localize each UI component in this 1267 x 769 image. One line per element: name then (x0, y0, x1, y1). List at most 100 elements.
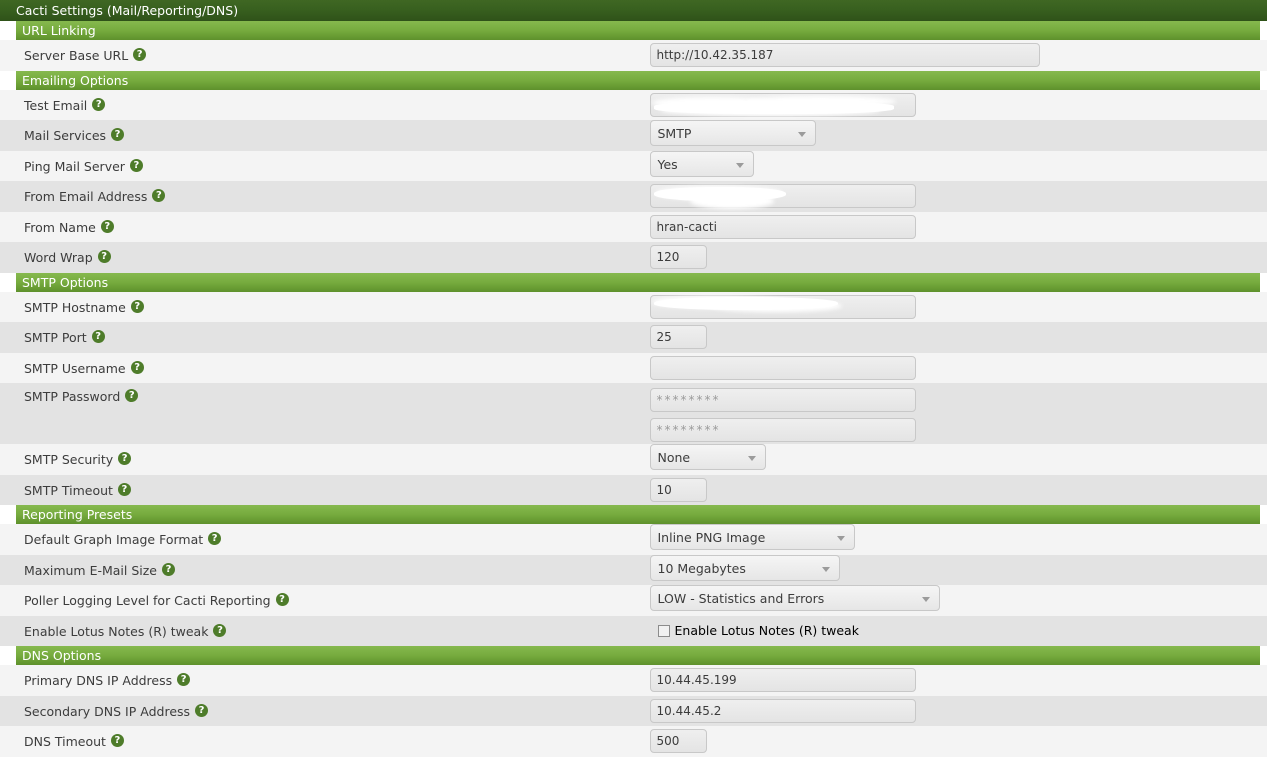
section-header-cell: SMTP Options (0, 272, 1267, 292)
help-icon[interactable]: ? (152, 189, 166, 203)
help-icon[interactable]: ? (162, 562, 175, 576)
help-icon[interactable]: ? (177, 673, 191, 687)
section-heading-url-linking: URL Linking (16, 21, 1260, 40)
settings-row: SMTP Port? (0, 322, 1267, 353)
settings-row: SMTP Username? (0, 352, 1267, 383)
help-icon[interactable]: ? (92, 97, 106, 111)
settings-row: Maximum E-Mail Size? 10 Megabytes (0, 554, 1267, 585)
section-header-cell: URL Linking (0, 21, 1267, 40)
poller-logging-level-select[interactable]: LOW - Statistics and Errors (649, 585, 940, 612)
settings-table: URL LinkingServer Base URL?Emailing Opti… (0, 21, 1267, 757)
smtp-username-label: SMTP Username (24, 360, 126, 376)
from-name-label-cell: From Name? (0, 211, 634, 242)
default-graph-image-format-select[interactable]: Inline PNG Image (649, 524, 855, 551)
help-icon[interactable]: ? (125, 389, 139, 402)
section-header-row: Emailing Options (0, 70, 1267, 90)
mail-services-select-value: SMTP (657, 126, 692, 142)
chevron-down-icon (821, 566, 830, 572)
smtp-password-confirm-input[interactable] (649, 418, 916, 442)
default-graph-image-format-field-cell: Inline PNG Image (633, 524, 1267, 555)
help-icon[interactable]: ? (133, 48, 147, 62)
server-base-url-label-cell: Server Base URL? (0, 40, 634, 71)
from-email-address-input[interactable] (649, 184, 916, 209)
from-email-address-field-cell (633, 181, 1267, 212)
settings-row: Mail Services? SMTP (0, 120, 1267, 151)
secondary-dns-ip-address-input[interactable] (649, 698, 916, 723)
test-email-field-cell (633, 89, 1267, 120)
help-icon[interactable]: ? (118, 452, 132, 466)
settings-row: SMTP Timeout? (0, 474, 1267, 505)
section-header-row: DNS Options (0, 646, 1267, 665)
word-wrap-input[interactable] (649, 245, 707, 270)
mail-services-label: Mail Services (24, 128, 107, 144)
enable-lotus-notes-tweak-checkbox-wrap[interactable]: Enable Lotus Notes (R) tweak (650, 623, 1267, 638)
default-graph-image-format-select-value: Inline PNG Image (657, 530, 766, 546)
mail-services-field-cell: SMTP (633, 120, 1267, 151)
chevron-down-icon (836, 536, 845, 542)
settings-row: From Name? (0, 211, 1267, 242)
chevron-down-icon (921, 597, 930, 603)
settings-row: Secondary DNS IP Address? (0, 695, 1267, 726)
help-icon[interactable]: ? (275, 593, 289, 607)
settings-row: SMTP Security? None (0, 444, 1267, 475)
primary-dns-ip-address-input[interactable] (649, 668, 916, 693)
settings-row: Word Wrap? (0, 242, 1267, 273)
smtp-password-input[interactable] (649, 388, 916, 412)
poller-logging-level-field-cell: LOW - Statistics and Errors (633, 585, 1267, 616)
smtp-username-label-cell: SMTP Username? (0, 352, 634, 383)
settings-page: Cacti Settings (Mail/Reporting/DNS) URL … (0, 0, 1267, 757)
maximum-email-size-select[interactable]: 10 Megabytes (649, 554, 840, 581)
primary-dns-ip-address-label: Primary DNS IP Address (24, 673, 173, 689)
help-icon[interactable]: ? (100, 219, 114, 233)
primary-dns-ip-address-field-cell (633, 665, 1267, 696)
settings-row: Default Graph Image Format? Inline PNG Im… (0, 524, 1267, 555)
help-icon[interactable]: ? (208, 532, 222, 546)
primary-dns-ip-address-label-cell: Primary DNS IP Address? (0, 665, 634, 696)
help-icon[interactable]: ? (195, 703, 209, 717)
help-icon[interactable]: ? (213, 623, 227, 637)
dns-timeout-field-cell (633, 726, 1267, 757)
settings-row: DNS Timeout? (0, 726, 1267, 757)
test-email-wrapper (649, 92, 916, 117)
smtp-username-input[interactable] (649, 355, 916, 380)
help-icon[interactable]: ? (91, 330, 105, 344)
help-icon[interactable]: ? (130, 360, 144, 374)
help-icon[interactable]: ? (110, 734, 124, 748)
maximum-email-size-label: Maximum E-Mail Size (24, 562, 157, 578)
server-base-url-label: Server Base URL (24, 48, 129, 64)
help-icon[interactable]: ? (129, 158, 143, 172)
enable-lotus-notes-tweak-label: Enable Lotus Notes (R) tweak (24, 623, 209, 639)
smtp-security-select[interactable]: None (649, 444, 766, 471)
smtp-hostname-input[interactable] (649, 294, 916, 319)
section-heading-emailing-options: Emailing Options (16, 70, 1260, 90)
enable-lotus-notes-tweak-checkbox[interactable] (657, 624, 670, 637)
help-icon[interactable]: ? (97, 250, 111, 264)
poller-logging-level-select-value: LOW - Statistics and Errors (657, 591, 825, 607)
enable-lotus-notes-tweak-field-cell: Enable Lotus Notes (R) tweak (633, 615, 1267, 646)
ping-mail-server-select[interactable]: Yes (649, 150, 754, 177)
secondary-dns-ip-address-field-cell (633, 695, 1267, 726)
word-wrap-label-cell: Word Wrap? (0, 242, 634, 273)
smtp-security-label-cell: SMTP Security? (0, 444, 634, 475)
dns-timeout-input[interactable] (649, 729, 707, 754)
smtp-security-label: SMTP Security (24, 452, 114, 468)
settings-row: Enable Lotus Notes (R) tweak? Enable Lotu… (0, 615, 1267, 646)
smtp-hostname-field-cell (633, 291, 1267, 322)
smtp-timeout-input[interactable] (649, 477, 707, 502)
help-icon[interactable]: ? (111, 128, 125, 142)
settings-row: Server Base URL? (0, 40, 1267, 71)
server-base-url-input[interactable] (649, 43, 1040, 68)
help-icon[interactable]: ? (130, 299, 144, 313)
from-name-field-cell (633, 211, 1267, 242)
from-name-input[interactable] (649, 214, 916, 239)
section-heading-smtp-options: SMTP Options (16, 272, 1260, 292)
enable-lotus-notes-tweak-label-cell: Enable Lotus Notes (R) tweak? (0, 615, 634, 646)
section-header-row: SMTP Options (0, 272, 1267, 292)
mail-services-select[interactable]: SMTP (649, 120, 816, 147)
smtp-port-input[interactable] (649, 325, 707, 350)
settings-row: Test Email? (0, 89, 1267, 120)
section-header-cell: DNS Options (0, 646, 1267, 665)
test-email-input[interactable] (649, 92, 916, 117)
help-icon[interactable]: ? (117, 482, 131, 496)
window-title: Cacti Settings (Mail/Reporting/DNS) (0, 0, 1267, 21)
